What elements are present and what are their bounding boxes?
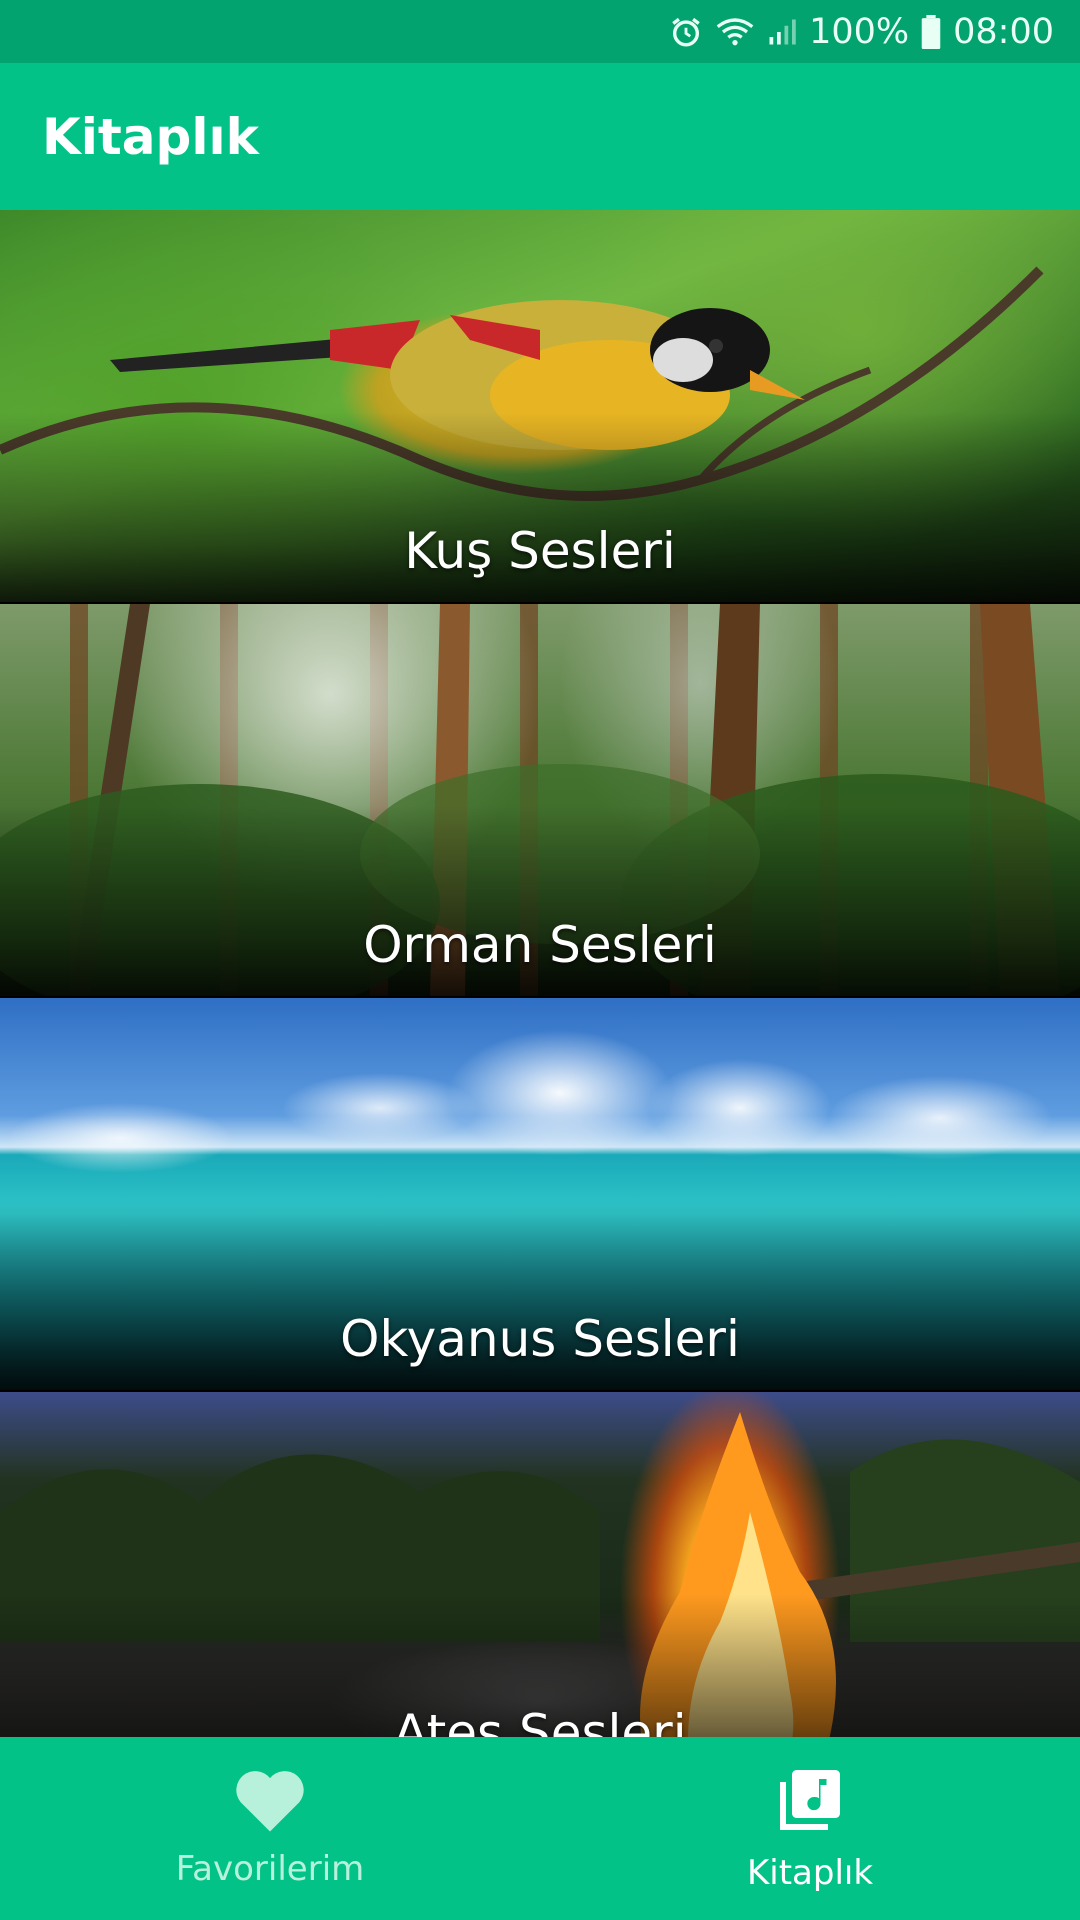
nav-favorites[interactable]: Favorilerim bbox=[0, 1737, 540, 1920]
heart-icon bbox=[234, 1768, 306, 1837]
app-bar: Kitaplık bbox=[0, 63, 1080, 210]
bottom-navigation: Favorilerim Kitaplık bbox=[0, 1737, 1080, 1920]
status-bar: 100% 08:00 bbox=[0, 0, 1080, 63]
library-item-ocean-sounds[interactable]: Okyanus Sesleri bbox=[0, 998, 1080, 1390]
library-item-label: Orman Sesleri bbox=[363, 916, 717, 974]
library-item-label: Kuş Sesleri bbox=[404, 522, 676, 580]
alarm-icon bbox=[669, 15, 703, 49]
library-item-label: Okyanus Sesleri bbox=[340, 1310, 740, 1368]
signal-icon bbox=[767, 17, 797, 47]
battery-icon bbox=[921, 14, 941, 49]
battery-percent: 100% bbox=[809, 11, 910, 52]
library-item-label: Ateş Sesleri bbox=[393, 1704, 687, 1737]
nav-library[interactable]: Kitaplık bbox=[540, 1737, 1080, 1920]
library-item-bird-sounds[interactable]: Kuş Sesleri bbox=[0, 210, 1080, 602]
nav-label: Favorilerim bbox=[175, 1849, 365, 1889]
music-library-icon bbox=[774, 1764, 846, 1841]
page-title: Kitaplık bbox=[42, 107, 259, 166]
library-list[interactable]: Kuş Sesleri Orman Sesleri Okyanus Sesler… bbox=[0, 210, 1080, 1737]
nav-label: Kitaplık bbox=[746, 1853, 874, 1893]
clock: 08:00 bbox=[953, 11, 1054, 52]
wifi-icon bbox=[715, 16, 755, 48]
library-item-forest-sounds[interactable]: Orman Sesleri bbox=[0, 604, 1080, 996]
library-item-fire-sounds[interactable]: Ateş Sesleri bbox=[0, 1392, 1080, 1737]
